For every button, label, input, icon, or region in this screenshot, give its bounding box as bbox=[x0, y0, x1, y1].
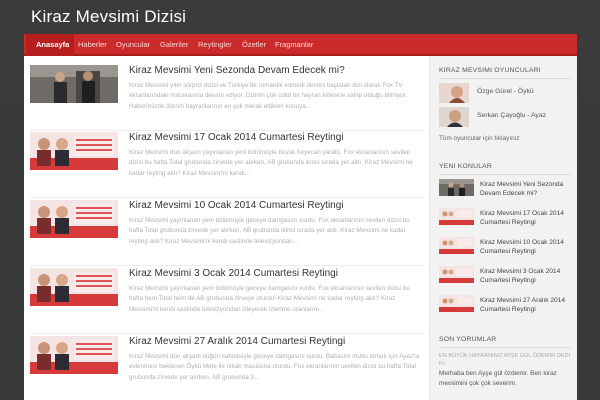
divider bbox=[439, 78, 571, 79]
post-item: Kiraz Mevsimi 27 Aralık 2014 Cumartesi R… bbox=[30, 336, 425, 400]
post-item: Kiraz Mevsimi 3 Ocak 2014 Cumartesi Reyt… bbox=[30, 268, 425, 334]
comment-text: Merhaba ben Ayşe gül özdemir. Ben kiraz … bbox=[439, 370, 557, 387]
new-post-title: Kiraz Mevsimi 10 Ocak 2014 Cumartesi Rey… bbox=[480, 239, 564, 256]
new-post-thumbnail bbox=[439, 295, 474, 312]
post-title[interactable]: Kiraz Mevsimi 27 Aralık 2014 Cumartesi R… bbox=[129, 336, 345, 347]
comments-heading: SON YORUMLAR bbox=[439, 336, 497, 343]
post-excerpt: Kiraz Mevsimi dün akşam düğün sahnesiyle… bbox=[129, 353, 420, 381]
new-post-title: Kiraz Mevsimi Yeni Sezonda Devam Edecek … bbox=[480, 181, 564, 198]
new-post-item[interactable]: Kiraz Mevsimi 3 Ocak 2014 Cumartesi Reyt… bbox=[439, 266, 574, 292]
cast-item[interactable]: Serkan Çayoğlu - Ayaz bbox=[439, 107, 574, 129]
nav-item-ozetler[interactable]: Özetler bbox=[242, 40, 266, 49]
post-item: Kiraz Mevsimi Yeni Sezonda Devam Edecek … bbox=[30, 65, 425, 131]
avatar bbox=[439, 107, 469, 127]
post-thumbnail[interactable] bbox=[30, 268, 118, 306]
nav-item-fragmanlar[interactable]: Fragmanlar bbox=[275, 40, 313, 49]
post-thumbnail[interactable] bbox=[30, 200, 118, 238]
nav-item-anasayfa[interactable]: Anasayfa bbox=[36, 40, 69, 49]
post-thumbnail[interactable] bbox=[30, 336, 118, 374]
post-thumbnail[interactable] bbox=[30, 132, 118, 170]
nav-item-galeriler[interactable]: Galeriler bbox=[160, 40, 188, 49]
new-post-thumbnail bbox=[439, 179, 474, 196]
divider bbox=[439, 174, 571, 175]
sidebar: KIRAZ MEVSIMI OYUNCULARI Özge Gürel - Öy… bbox=[429, 56, 577, 400]
new-posts-heading: YENI KONULAR bbox=[439, 163, 493, 170]
comment-author[interactable]: EN BÜYÜK HAYRANINIZ AYŞE GÜL ÖDEMIR DEDI… bbox=[439, 352, 571, 368]
post-list: Kiraz Mevsimi Yeni Sezonda Devam Edecek … bbox=[24, 56, 429, 400]
new-post-title: Kiraz Mevsimi 3 Ocak 2014 Cumartesi Reyt… bbox=[480, 268, 561, 285]
new-post-title: Kiraz Mevsimi 27 Aralık 2014 Cumartesi R… bbox=[480, 297, 566, 314]
page-container: Anasayfa Haberler Oyuncular Galeriler Re… bbox=[24, 34, 577, 400]
post-title[interactable]: Kiraz Mevsimi Yeni Sezonda Devam Edecek … bbox=[129, 65, 345, 76]
nav-item-reytingler[interactable]: Reytingler bbox=[198, 40, 232, 49]
avatar bbox=[439, 83, 469, 103]
cast-item[interactable]: Özge Gürel - Öykü bbox=[439, 83, 574, 105]
main-nav: Anasayfa Haberler Oyuncular Galeriler Re… bbox=[24, 34, 577, 56]
cast-name: Serkan Çayoğlu - Ayaz bbox=[477, 112, 547, 119]
new-post-thumbnail bbox=[439, 208, 474, 225]
post-excerpt: Kiraz Mevsimi yayınlanan yeni bölümüyle … bbox=[129, 217, 410, 245]
site-title[interactable]: Kiraz Mevsimi Dizisi bbox=[31, 7, 186, 27]
new-post-title: Kiraz Mevsimi 17 Ocak 2014 Cumartesi Rey… bbox=[480, 210, 564, 227]
post-title[interactable]: Kiraz Mevsimi 17 Ocak 2014 Cumartesi Rey… bbox=[129, 132, 344, 143]
all-cast-link[interactable]: Tüm oyuncular için tıklayınız bbox=[439, 135, 520, 142]
new-post-thumbnail bbox=[439, 266, 474, 283]
post-excerpt: Kiraz Mevsimi dün akşam yayınlanan yeni … bbox=[129, 149, 413, 177]
cast-name: Özge Gürel - Öykü bbox=[477, 88, 534, 95]
new-post-thumbnail bbox=[439, 237, 474, 254]
nav-item-haberler[interactable]: Haberler bbox=[78, 40, 107, 49]
post-item: Kiraz Mevsimi 17 Ocak 2014 Cumartesi Rey… bbox=[30, 132, 425, 198]
cast-heading: KIRAZ MEVSIMI OYUNCULARI bbox=[439, 67, 541, 74]
post-excerpt: Kiraz Mevsimi yılın sürpriz dizisi ve Tü… bbox=[129, 82, 408, 110]
post-excerpt: Kiraz Mevsimi yayınlanan yeni bölümüyle … bbox=[129, 285, 410, 313]
post-item: Kiraz Mevsimi 10 Ocak 2014 Cumartesi Rey… bbox=[30, 200, 425, 266]
new-post-item[interactable]: Kiraz Mevsimi 27 Aralık 2014 Cumartesi R… bbox=[439, 295, 574, 321]
nav-item-oyuncular[interactable]: Oyuncular bbox=[116, 40, 150, 49]
post-title[interactable]: Kiraz Mevsimi 10 Ocak 2014 Cumartesi Rey… bbox=[129, 200, 344, 211]
new-post-item[interactable]: Kiraz Mevsimi 17 Ocak 2014 Cumartesi Rey… bbox=[439, 208, 574, 234]
post-thumbnail[interactable] bbox=[30, 65, 118, 103]
divider bbox=[439, 347, 571, 348]
post-title[interactable]: Kiraz Mevsimi 3 Ocak 2014 Cumartesi Reyt… bbox=[129, 268, 338, 279]
new-post-item[interactable]: Kiraz Mevsimi Yeni Sezonda Devam Edecek … bbox=[439, 179, 574, 205]
new-post-item[interactable]: Kiraz Mevsimi 10 Ocak 2014 Cumartesi Rey… bbox=[439, 237, 574, 263]
